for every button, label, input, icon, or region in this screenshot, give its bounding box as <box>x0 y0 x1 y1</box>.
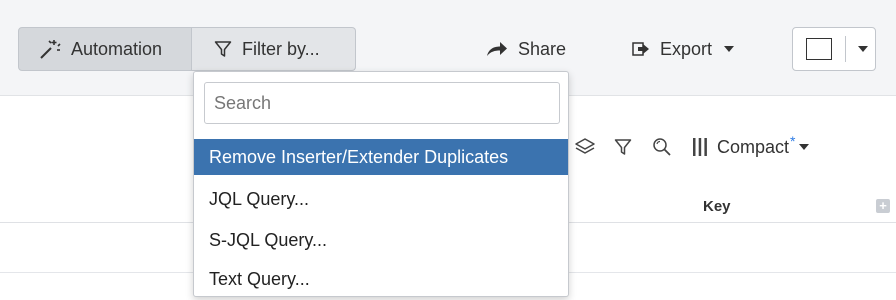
columns-icon <box>692 137 708 157</box>
share-arrow-icon <box>486 41 508 57</box>
table-tools: Compact * <box>574 133 810 160</box>
chevron-down-icon <box>799 144 810 150</box>
view-selector[interactable] <box>792 27 876 71</box>
export-label: Export <box>660 38 713 59</box>
layers-icon[interactable] <box>574 137 596 157</box>
menu-item-jql-query[interactable]: JQL Query... <box>194 181 568 217</box>
menu-item-sjql-query[interactable]: S-JQL Query... <box>194 222 568 258</box>
filter-search-input[interactable] <box>204 82 560 124</box>
magnifier-icon[interactable] <box>652 137 672 157</box>
filter-by-label: Filter by... <box>242 38 320 59</box>
share-button[interactable]: Share <box>486 27 566 71</box>
share-label: Share <box>518 38 567 59</box>
add-column-icon[interactable]: + <box>876 199 890 213</box>
export-button[interactable]: Export <box>632 27 735 71</box>
column-header-key[interactable]: Key <box>703 198 731 215</box>
filter-dropdown-menu: Remove Inserter/Extender Duplicates JQL … <box>193 71 569 297</box>
menu-item-text-query[interactable]: Text Query... <box>194 261 568 297</box>
chevron-down-icon <box>858 46 868 52</box>
magic-wand-icon <box>39 39 61 59</box>
chevron-down-icon <box>724 46 735 52</box>
automation-label: Automation <box>71 38 163 59</box>
divider <box>845 36 846 62</box>
modified-marker: * <box>790 133 796 149</box>
automation-button[interactable]: Automation <box>18 27 192 71</box>
menu-item-remove-duplicates[interactable]: Remove Inserter/Extender Duplicates <box>194 139 568 175</box>
compact-view-button[interactable]: Compact * <box>692 133 810 158</box>
filter-by-button[interactable]: Filter by... <box>192 27 356 71</box>
automation-filter-group: Automation Filter by... <box>18 27 356 71</box>
checkbox-square-icon <box>806 38 832 60</box>
export-icon <box>632 41 650 57</box>
filter-funnel-icon <box>214 40 232 58</box>
compact-label: Compact <box>717 136 790 157</box>
filter-funnel-icon[interactable] <box>614 138 632 156</box>
